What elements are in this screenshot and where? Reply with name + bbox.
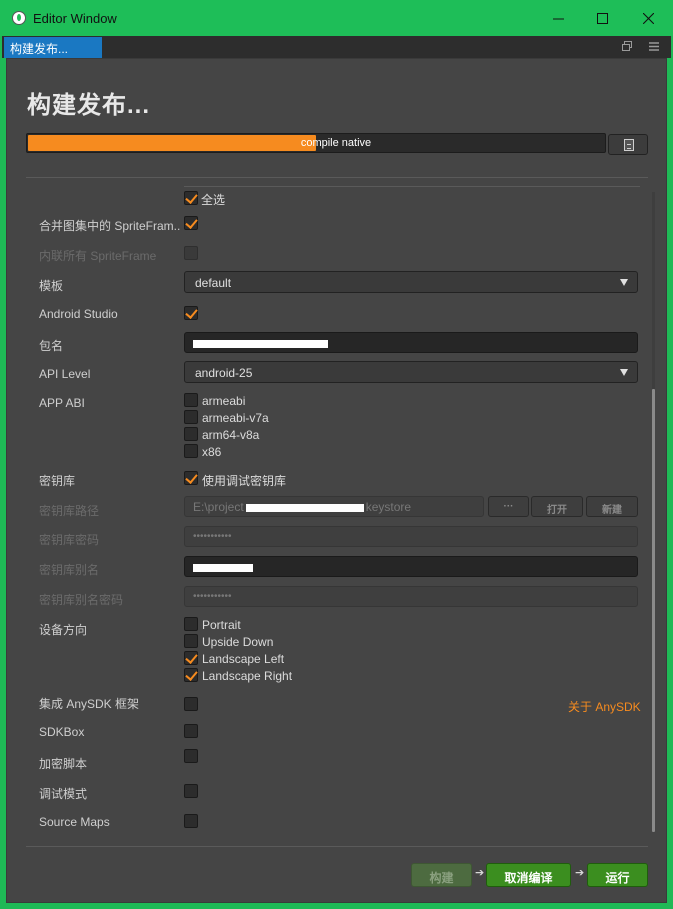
abi-x86-label: x86 [202, 445, 222, 459]
orientation-upside-down-checkbox[interactable] [184, 634, 198, 648]
abi-armeabi-v7a-checkbox[interactable] [184, 410, 198, 424]
section-divider [184, 186, 640, 187]
debug-mode-checkbox[interactable] [184, 784, 198, 798]
abi-x86-checkbox[interactable] [184, 444, 198, 458]
select-all-checkbox[interactable] [184, 191, 198, 205]
minimize-icon [552, 18, 564, 19]
api-level-label: API Level [39, 367, 91, 381]
inline-spriteframes-checkbox [184, 246, 198, 260]
debug-mode-label: 调试模式 [39, 787, 88, 801]
build-button[interactable]: 构建 [411, 863, 472, 887]
footer-divider [26, 846, 648, 847]
android-studio-label: Android Studio [39, 307, 118, 321]
orientation-landscape-right-checkbox[interactable] [184, 668, 198, 682]
app-logo-icon [12, 11, 26, 25]
menu-icon[interactable] [648, 40, 660, 52]
keystore-path-input: E:\project keystore [184, 496, 484, 517]
about-anysdk-link[interactable]: 关于 AnySDK [568, 698, 641, 715]
editor-window: Editor Window 构建发布... 构建发布... compile na… [0, 0, 673, 909]
encrypt-js-label: 加密脚本 [39, 757, 88, 771]
title-bar: Editor Window [0, 0, 673, 36]
window-title: Editor Window [33, 11, 117, 26]
abi-arm64-v8a-label: arm64-v8a [202, 428, 260, 442]
source-maps-label: Source Maps [39, 815, 110, 829]
debug-keystore-label: 使用调试密钥库 [202, 474, 287, 488]
popout-icon[interactable] [621, 40, 633, 52]
keystore-alias-label: 密钥库别名 [39, 563, 100, 577]
dropdown-caret-icon [620, 369, 628, 376]
abi-arm64-v8a-checkbox[interactable] [184, 427, 198, 441]
minimize-button[interactable] [535, 0, 581, 36]
keystore-path-label: 密钥库路径 [39, 504, 100, 518]
template-label: 模板 [39, 279, 64, 293]
arrow-right-icon: ➔ [475, 867, 485, 879]
maximize-icon [596, 12, 608, 24]
keystore-password-label: 密钥库密码 [39, 533, 100, 547]
open-keystore-button: 打开 [531, 496, 583, 517]
orientation-landscape-left-label: Landscape Left [202, 652, 285, 666]
document-icon [624, 139, 634, 151]
keystore-password-input: ••••••••••• [184, 526, 638, 547]
keystore-label: 密钥库 [39, 474, 76, 488]
dropdown-caret-icon [620, 279, 628, 286]
orientation-portrait-checkbox[interactable] [184, 617, 198, 631]
inline-spriteframes-label: 内联所有 SpriteFrame [39, 249, 157, 263]
abi-armeabi-v7a-label: armeabi-v7a [202, 411, 269, 425]
merge-spriteframes-checkbox[interactable] [184, 216, 198, 230]
merge-spriteframes-label: 合并图集中的 SpriteFram.. [39, 219, 181, 233]
arrow-right-icon: ➔ [575, 867, 585, 879]
run-button[interactable]: 运行 [587, 863, 648, 887]
open-log-button[interactable] [608, 134, 648, 155]
redacted-alias [193, 563, 253, 572]
api-level-select[interactable]: android-25 [184, 361, 638, 383]
redacted-path [245, 503, 364, 512]
orientation-upside-down-label: Upside Down [202, 635, 274, 649]
keystore-path-suffix: keystore [365, 500, 412, 514]
orientation-portrait-label: Portrait [202, 618, 241, 632]
sdkbox-checkbox[interactable] [184, 724, 198, 738]
tab-build[interactable]: 构建发布... [4, 37, 102, 58]
encrypt-js-checkbox[interactable] [184, 749, 198, 763]
source-maps-checkbox[interactable] [184, 814, 198, 828]
android-studio-checkbox[interactable] [184, 306, 198, 320]
orientation-label: 设备方向 [39, 623, 88, 637]
template-value: default [195, 276, 232, 290]
redacted-package-name [193, 339, 328, 348]
scrollbar-thumb[interactable] [652, 389, 655, 832]
anysdk-checkbox[interactable] [184, 697, 198, 711]
keystore-path-prefix: E:\project [193, 500, 244, 514]
abi-armeabi-checkbox[interactable] [184, 393, 198, 407]
anysdk-label: 集成 AnySDK 框架 [39, 697, 140, 711]
build-progress-bar: compile native [26, 133, 606, 153]
abi-armeabi-label: armeabi [202, 394, 246, 408]
maximize-button[interactable] [579, 0, 625, 36]
divider [26, 177, 648, 178]
package-name-label: 包名 [39, 339, 64, 353]
close-icon [642, 12, 654, 24]
app-abi-label: APP ABI [39, 396, 85, 410]
progress-status: compile native [300, 137, 372, 149]
sdkbox-label: SDKBox [39, 725, 85, 739]
keystore-alias-password-label: 密钥库别名密码 [39, 593, 124, 607]
orientation-landscape-right-label: Landscape Right [202, 669, 293, 683]
close-button[interactable] [625, 0, 671, 36]
debug-keystore-checkbox[interactable] [184, 471, 198, 485]
new-keystore-button: 新建 [586, 496, 638, 517]
package-name-input[interactable] [184, 332, 638, 353]
browse-keystore-button: ··· [488, 496, 529, 517]
page-title: 构建发布... [27, 92, 151, 119]
keystore-alias-password-input: ••••••••••• [184, 586, 638, 607]
cancel-compile-button[interactable]: 取消编译 [486, 863, 571, 887]
keystore-alias-input[interactable] [184, 556, 638, 577]
template-select[interactable]: default [184, 271, 638, 293]
api-level-value: android-25 [195, 366, 253, 380]
orientation-landscape-left-checkbox[interactable] [184, 651, 198, 665]
select-all-label: 全选 [201, 193, 226, 207]
build-panel: 构建发布... compile native 全选 合并图集中的 SpriteF… [6, 58, 667, 903]
tab-bar: 构建发布... [2, 36, 671, 58]
